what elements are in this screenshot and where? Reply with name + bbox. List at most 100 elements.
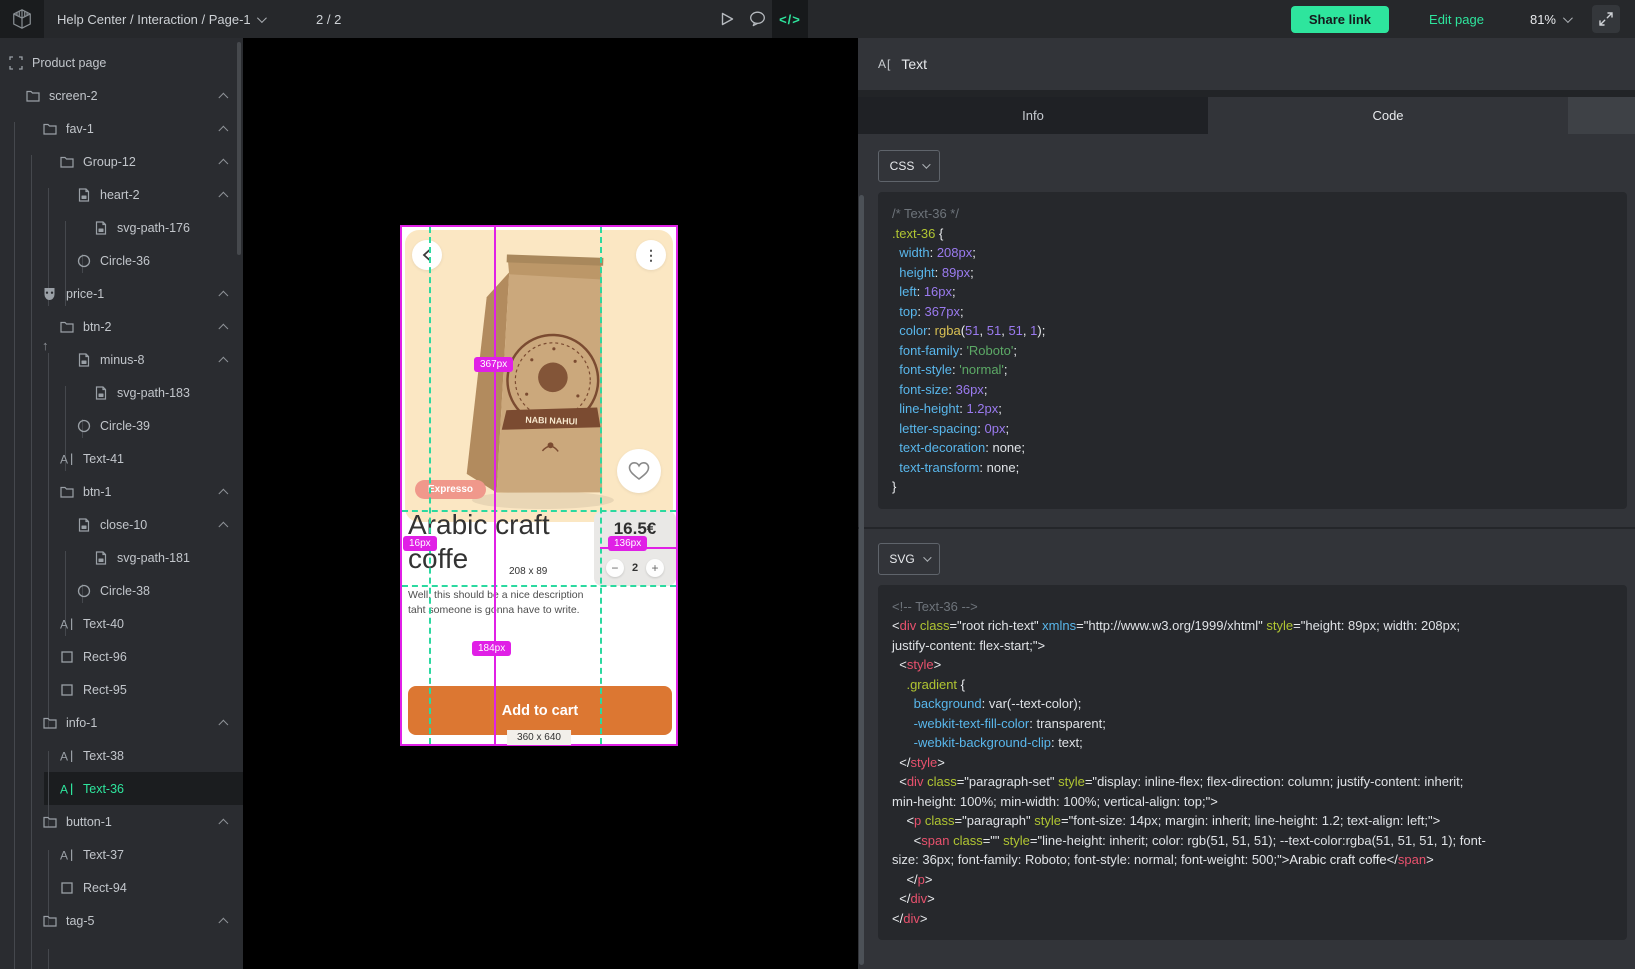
breadcrumb[interactable]: Help Center / Interaction / Page-1 — [57, 0, 264, 38]
layer-row-circle-39[interactable]: Circle-39 — [0, 409, 243, 442]
zoom-control[interactable]: 81% — [1530, 12, 1570, 27]
layer-label: Group-12 — [83, 155, 136, 169]
text-layer-icon: A[ — [878, 57, 891, 71]
collapse-chevron-icon[interactable] — [218, 918, 228, 928]
collapse-chevron-icon[interactable] — [218, 93, 228, 103]
layer-label: Rect-96 — [83, 650, 127, 664]
sidebar-scrollbar[interactable] — [237, 42, 241, 255]
product-tag-badge: Expresso — [415, 480, 486, 499]
chevron-down-icon — [1563, 13, 1573, 23]
layer-label: svg-path-181 — [117, 551, 190, 565]
svg-text:A: A — [60, 848, 68, 862]
layer-row-svg-path-176[interactable]: svg-path-176 — [0, 211, 243, 244]
svg-file-icon — [93, 220, 108, 235]
code-line: letter-spacing: 0px; — [892, 419, 1613, 439]
more-menu-button[interactable]: ⋮ — [636, 240, 666, 270]
code-line: </div> — [892, 909, 1613, 929]
layer-row-text-41[interactable]: AText-41 — [0, 442, 243, 475]
layer-row-minus-8[interactable]: minus-8 — [0, 343, 243, 376]
layer-row-circle-38[interactable]: Circle-38 — [0, 574, 243, 607]
collapse-chevron-icon[interactable] — [218, 819, 228, 829]
layer-row-text-38[interactable]: AText-38 — [0, 739, 243, 772]
layer-row-screen-2[interactable]: screen-2 — [0, 79, 243, 112]
layer-row-btn-1[interactable]: btn-1 — [0, 475, 243, 508]
collapse-chevron-icon[interactable] — [218, 522, 228, 532]
collapse-chevron-icon[interactable] — [218, 159, 228, 169]
layer-row-text-36[interactable]: AText-36 — [0, 772, 243, 805]
layer-row-heart-2[interactable]: heart-2 — [0, 178, 243, 211]
rect-icon — [59, 880, 74, 895]
collapse-chevron-icon[interactable] — [218, 324, 228, 334]
layer-row-rect-94[interactable]: Rect-94 — [0, 871, 243, 904]
html-code-block[interactable]: <!-- Text-36 --><div class="root rich-te… — [878, 585, 1627, 941]
code-line: line-height: 1.2px; — [892, 399, 1613, 419]
panel-scrollbar[interactable] — [859, 195, 864, 965]
svg-text:NABI NAHUI: NABI NAHUI — [525, 415, 577, 427]
product-title-line1: Arabic craft — [408, 508, 613, 542]
collapse-chevron-icon[interactable] — [218, 192, 228, 202]
layer-row-price-1[interactable]: price-1 — [0, 277, 243, 310]
breadcrumb-text: Help Center / Interaction / Page-1 — [57, 12, 251, 27]
collapse-chevron-icon[interactable] — [218, 489, 228, 499]
canvas[interactable]: NABI NAHUI ⋮ Expresso Arabic craft coffe — [243, 38, 858, 969]
tab-info[interactable]: Info — [858, 97, 1208, 134]
svg-language-select[interactable]: SVG — [878, 543, 940, 575]
layer-row-rect-96[interactable]: Rect-96 — [0, 640, 243, 673]
css-code-block[interactable]: /* Text-36 */.text-36 { width: 208px; he… — [878, 192, 1627, 509]
layer-row-fav-1[interactable]: fav-1 — [0, 112, 243, 145]
layer-row-text-37[interactable]: AText-37 — [0, 838, 243, 871]
code-line: } — [892, 477, 1613, 497]
code-line: top: 367px; — [892, 302, 1613, 322]
code-line: <style> — [892, 655, 1613, 675]
collapse-chevron-icon[interactable] — [218, 357, 228, 367]
layer-row-circle-36[interactable]: Circle-36 — [0, 244, 243, 277]
back-button[interactable] — [412, 240, 442, 270]
layer-row-product-page[interactable]: Product page — [0, 46, 243, 79]
share-link-button[interactable]: Share link — [1291, 6, 1389, 33]
collapse-chevron-icon[interactable] — [218, 291, 228, 301]
code-view-button[interactable]: </> — [772, 0, 808, 38]
design-frame-product-page[interactable]: NABI NAHUI ⋮ Expresso Arabic craft coffe — [400, 225, 678, 746]
layer-label: Text-36 — [83, 782, 124, 796]
comments-button[interactable] — [742, 0, 772, 38]
guide-horizontal-bottom — [402, 585, 676, 587]
code-line: background: var(--text-color); — [892, 694, 1613, 714]
increment-button[interactable]: + — [646, 559, 664, 577]
tab-code[interactable]: Code — [1208, 97, 1568, 134]
add-to-cart-button[interactable]: Add to cart — [408, 686, 672, 735]
code-line: justify-content: flex-start;"> — [892, 636, 1613, 656]
code-line: </div> — [892, 889, 1613, 909]
layer-row-text-40[interactable]: AText-40 — [0, 607, 243, 640]
app-logo[interactable] — [0, 0, 44, 38]
layer-label: Circle-39 — [100, 419, 150, 433]
svg-file-icon — [93, 385, 108, 400]
layer-row-svg-path-181[interactable]: svg-path-181 — [0, 541, 243, 574]
layer-row-svg-path-183[interactable]: svg-path-183 — [0, 376, 243, 409]
code-line: <p class="paragraph" style="font-size: 1… — [892, 811, 1613, 831]
css-select-value: CSS — [890, 159, 915, 173]
layer-row-btn-2[interactable]: btn-2 — [0, 310, 243, 343]
layer-row-button-1[interactable]: button-1 — [0, 805, 243, 838]
measurement-label-left: 16px — [403, 536, 437, 551]
decrement-button[interactable]: − — [606, 559, 624, 577]
fullscreen-button[interactable] — [1592, 5, 1620, 33]
edit-page-link[interactable]: Edit page — [1429, 12, 1484, 27]
layer-row-rect-95[interactable]: Rect-95 — [0, 673, 243, 706]
layer-label: svg-path-183 — [117, 386, 190, 400]
favorite-button[interactable] — [617, 449, 661, 493]
code-line: text-decoration: none; — [892, 438, 1613, 458]
css-language-select[interactable]: CSS — [878, 150, 940, 182]
code-line: </p> — [892, 870, 1613, 890]
layer-row-group-12[interactable]: Group-12 — [0, 145, 243, 178]
app-window: Help Center / Interaction / Page-1 2 / 2… — [0, 0, 1635, 969]
layer-row-tag-5[interactable]: tag-5 — [0, 904, 243, 937]
code-line: <span class="" style="line-height: inher… — [892, 831, 1613, 851]
collapse-chevron-icon[interactable] — [218, 720, 228, 730]
svg-file-icon — [76, 352, 91, 367]
layer-row-close-10[interactable]: close-10 — [0, 508, 243, 541]
layer-row-info-1[interactable]: info-1 — [0, 706, 243, 739]
header-divider — [858, 90, 1635, 97]
play-button[interactable] — [712, 0, 742, 38]
rect-icon — [59, 682, 74, 697]
collapse-chevron-icon[interactable] — [218, 126, 228, 136]
